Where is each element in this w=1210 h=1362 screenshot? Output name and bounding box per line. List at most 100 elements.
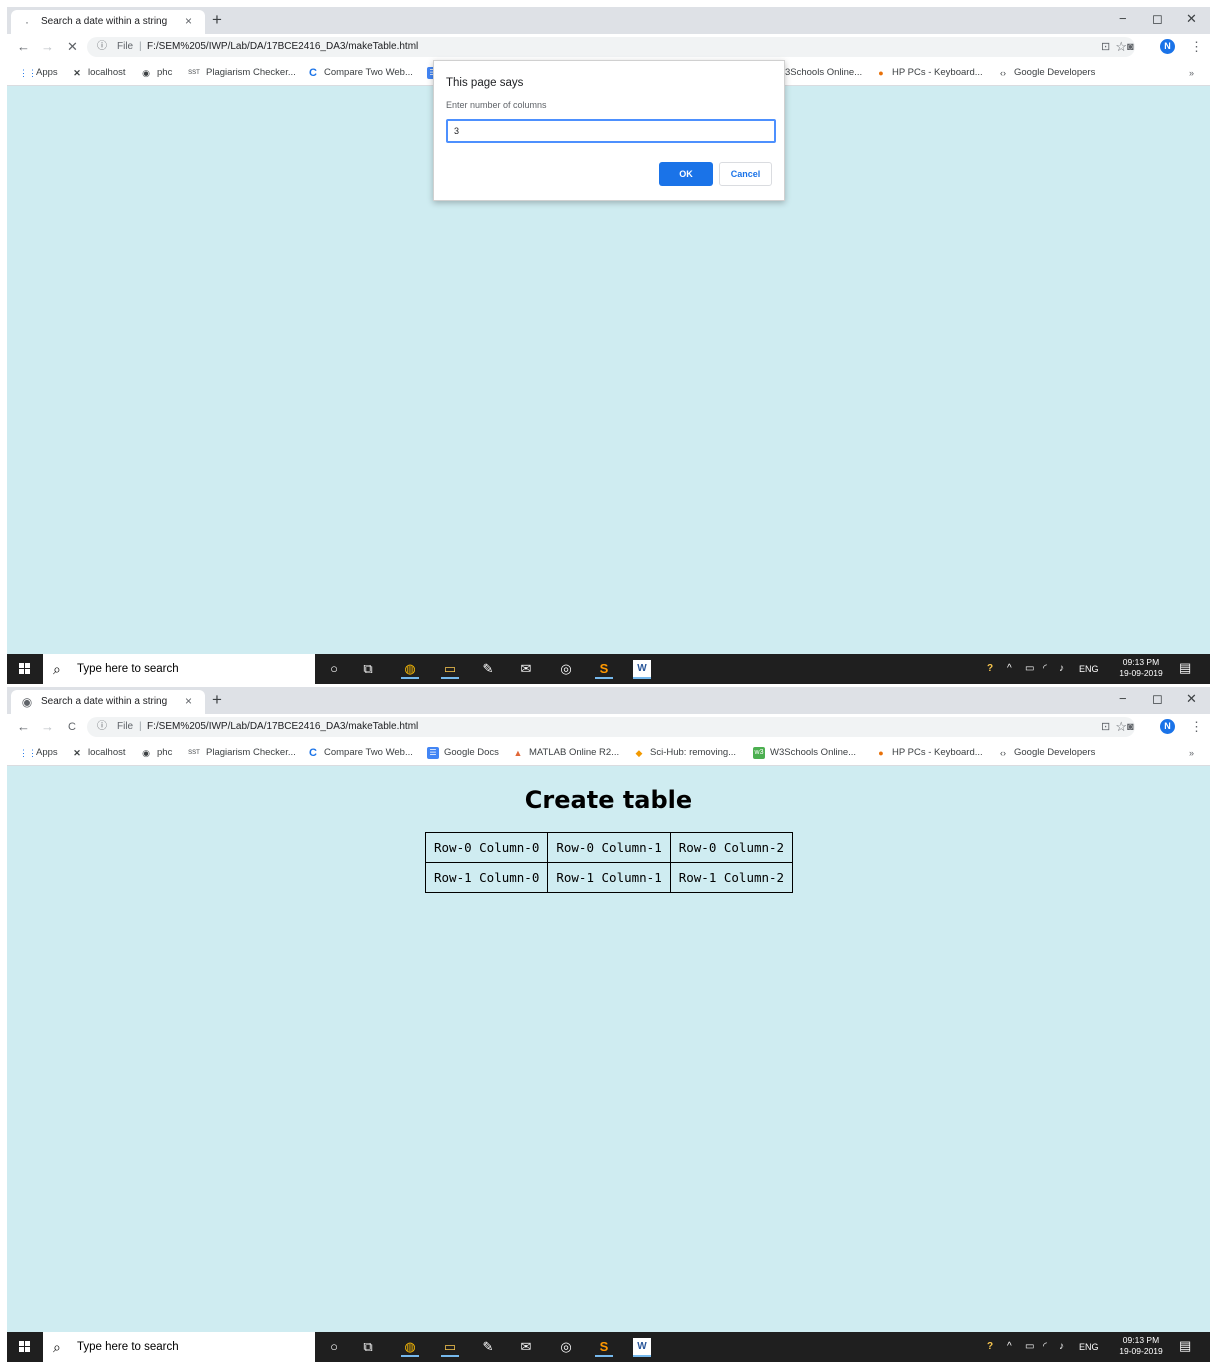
back-button[interactable]: ← <box>17 39 30 55</box>
apps-grid-icon: ⋮⋮ <box>19 748 37 758</box>
taskbar-clock[interactable]: 09:13 PM 19-09-2019 <box>1115 657 1167 679</box>
bookmark-phc[interactable]: ◉ phc <box>140 66 172 80</box>
profile-avatar[interactable]: N <box>1160 39 1175 54</box>
window-close-button[interactable]: ✕ <box>1186 691 1197 707</box>
bookmarks-more-icon[interactable]: » <box>1189 746 1194 760</box>
url-text[interactable]: F:/SEM%205/IWP/Lab/DA/17BCE2416_DA3/make… <box>147 720 418 734</box>
star-icon[interactable]: ☆ <box>1115 39 1127 54</box>
maximize-button[interactable]: ◻ <box>1152 691 1163 707</box>
bookmark-hp-pcs[interactable]: ● HP PCs - Keyboard... <box>875 66 982 80</box>
bookmark-google-developers[interactable]: ‹› Google Developers <box>997 746 1095 760</box>
bookmark-apps[interactable]: ⋮⋮Apps <box>19 746 58 760</box>
wifi-icon[interactable]: ◜ <box>1043 1340 1047 1354</box>
tab-active[interactable]: · Search a date within a string × <box>11 10 205 34</box>
word-icon[interactable]: W <box>633 660 651 679</box>
bookmark-plagiarism-checker[interactable]: SST Plagiarism Checker... <box>187 66 296 80</box>
star-icon[interactable]: ☆ <box>1115 719 1127 734</box>
task-view-icon[interactable]: ⧉ <box>359 660 377 678</box>
cortana-icon[interactable]: ○ <box>325 1338 343 1356</box>
wifi-icon[interactable]: ◜ <box>1043 662 1047 676</box>
volume-icon[interactable]: ♪ <box>1059 662 1064 676</box>
bookmark-localhost[interactable]: ✕ localhost <box>71 746 125 760</box>
bookmark-compare-two-web[interactable]: C Compare Two Web... <box>307 66 413 80</box>
menu-icon[interactable]: ⋮ <box>1190 39 1203 55</box>
pdf-extension-icon[interactable]: ⊡ <box>1101 719 1110 735</box>
bookmark-w3schools-partial[interactable]: 3Schools Online... <box>785 66 862 80</box>
taskbar-search[interactable]: ⌕ Type here to search <box>43 1332 315 1362</box>
taskbar-search[interactable]: ⌕ Type here to search <box>43 654 315 684</box>
media-icon[interactable]: ◎ <box>557 1338 575 1356</box>
bookmark-w3schools[interactable]: w3 W3Schools Online... <box>753 746 856 760</box>
chrome-icon[interactable]: ◍ <box>401 660 419 679</box>
sublime-text-icon[interactable]: S <box>595 1338 613 1357</box>
tab-close-icon[interactable]: × <box>185 14 192 28</box>
forward-button[interactable]: → <box>41 719 54 735</box>
bookmark-hp-pcs[interactable]: ● HP PCs - Keyboard... <box>875 746 982 760</box>
stop-button[interactable]: ✕ <box>67 39 78 55</box>
new-tab-button[interactable]: + <box>212 10 222 30</box>
address-bar[interactable]: ⓘ File | F:/SEM%205/IWP/Lab/DA/17BCE2416… <box>87 717 1135 737</box>
localhost-icon: ✕ <box>73 748 81 758</box>
prompt-input[interactable] <box>446 119 776 143</box>
language-indicator[interactable]: ENG <box>1079 1340 1099 1354</box>
file-explorer-icon[interactable]: ▭ <box>441 1338 459 1357</box>
minimize-button[interactable]: − <box>1119 691 1127 707</box>
bookmark-sci-hub[interactable]: ◆ Sci-Hub: removing... <box>633 746 737 760</box>
bookmark-google-docs[interactable]: ☰ Google Docs <box>427 746 499 760</box>
bookmarks-more-icon[interactable]: » <box>1189 66 1194 80</box>
start-button[interactable] <box>7 654 43 684</box>
file-explorer-icon[interactable]: ▭ <box>441 660 459 679</box>
battery-icon[interactable]: ▭ <box>1025 1340 1034 1354</box>
chrome-icon[interactable]: ◍ <box>401 1338 419 1357</box>
mail-icon[interactable]: ✉ <box>517 1338 535 1356</box>
maximize-button[interactable]: ◻ <box>1152 11 1163 27</box>
language-indicator[interactable]: ENG <box>1079 662 1099 676</box>
new-tab-button[interactable]: + <box>212 690 222 710</box>
back-button[interactable]: ← <box>17 719 30 735</box>
clock-date: 19-09-2019 <box>1119 668 1163 678</box>
developers-icon: ‹› <box>1000 68 1006 78</box>
paint-icon[interactable]: ✎ <box>479 660 497 678</box>
bookmark-plagiarism-checker[interactable]: SST Plagiarism Checker... <box>187 746 296 760</box>
window-close-button[interactable]: ✕ <box>1186 11 1197 27</box>
address-bar[interactable]: ⓘ File | F:/SEM%205/IWP/Lab/DA/17BCE2416… <box>87 37 1135 57</box>
forward-button[interactable]: → <box>41 39 54 55</box>
volume-icon[interactable]: ♪ <box>1059 1340 1064 1354</box>
bookmark-apps[interactable]: ⋮⋮Apps <box>19 66 58 80</box>
mail-icon[interactable]: ✉ <box>517 660 535 678</box>
paint-icon[interactable]: ✎ <box>479 1338 497 1356</box>
media-icon[interactable]: ◎ <box>557 660 575 678</box>
task-view-icon[interactable]: ⧉ <box>359 1338 377 1356</box>
chevron-up-icon[interactable]: ^ <box>1007 662 1012 676</box>
sublime-text-icon[interactable]: S <box>595 660 613 679</box>
info-icon[interactable]: ⓘ <box>97 720 107 734</box>
profile-avatar[interactable]: N <box>1160 719 1175 734</box>
info-icon[interactable]: ⓘ <box>97 40 107 54</box>
menu-icon[interactable]: ⋮ <box>1190 719 1203 735</box>
pdf-extension-icon[interactable]: ⊡ <box>1101 39 1110 55</box>
cancel-button[interactable]: Cancel <box>719 162 772 186</box>
help-tray-icon[interactable]: ? <box>987 662 993 676</box>
url-text[interactable]: F:/SEM%205/IWP/Lab/DA/17BCE2416_DA3/make… <box>147 40 418 54</box>
cortana-icon[interactable]: ○ <box>325 660 343 678</box>
reload-button[interactable]: C <box>68 719 76 735</box>
notification-icon[interactable]: ▤ <box>1179 660 1191 676</box>
start-button[interactable] <box>7 1332 43 1362</box>
tab-active[interactable]: ◉ Search a date within a string × <box>11 690 205 714</box>
camera-extension-icon[interactable]: ◙ <box>1127 39 1134 55</box>
bookmark-compare-two-web[interactable]: C Compare Two Web... <box>307 746 413 760</box>
taskbar-clock[interactable]: 09:13 PM 19-09-2019 <box>1115 1335 1167 1357</box>
notification-icon[interactable]: ▤ <box>1179 1338 1191 1354</box>
ok-button[interactable]: OK <box>659 162 713 186</box>
chevron-up-icon[interactable]: ^ <box>1007 1340 1012 1354</box>
camera-extension-icon[interactable]: ◙ <box>1127 719 1134 735</box>
word-icon[interactable]: W <box>633 1338 651 1357</box>
bookmark-phc[interactable]: ◉ phc <box>140 746 172 760</box>
minimize-button[interactable]: − <box>1119 11 1127 27</box>
bookmark-matlab-online[interactable]: ▲ MATLAB Online R2... <box>512 746 620 760</box>
bookmark-localhost[interactable]: ✕ localhost <box>71 66 125 80</box>
bookmark-google-developers[interactable]: ‹› Google Developers <box>997 66 1095 80</box>
help-tray-icon[interactable]: ? <box>987 1340 993 1354</box>
battery-icon[interactable]: ▭ <box>1025 662 1034 676</box>
tab-close-icon[interactable]: × <box>185 694 192 708</box>
